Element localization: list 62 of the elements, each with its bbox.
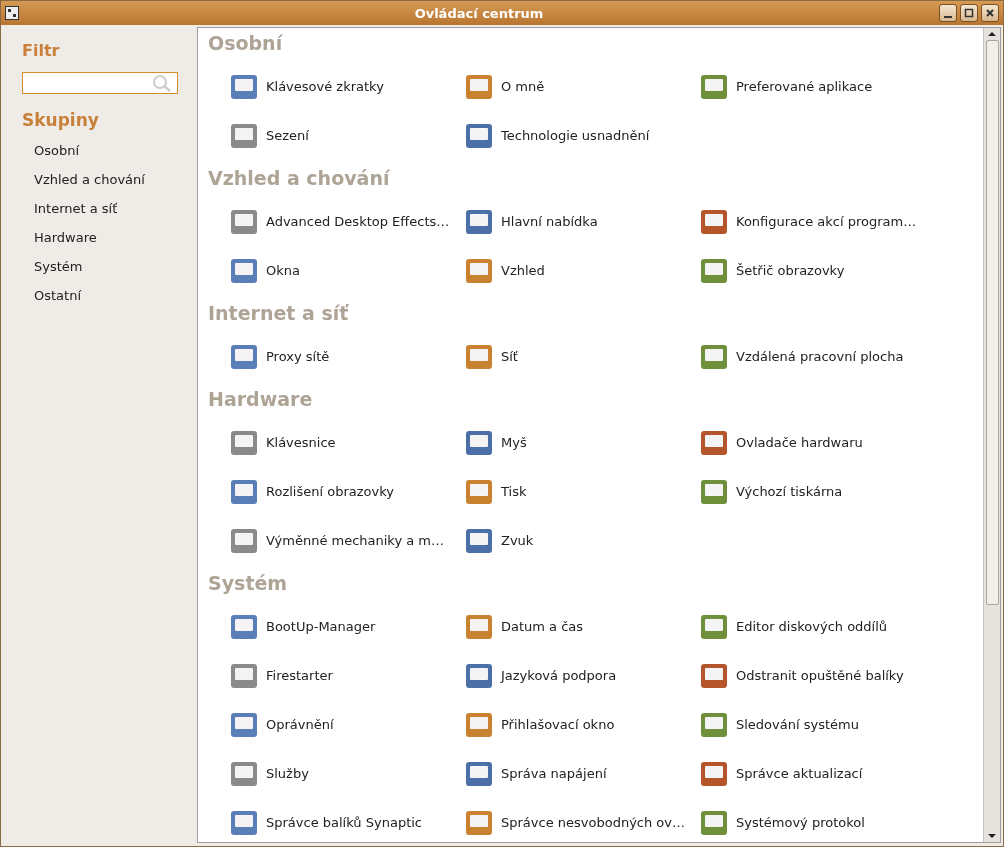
section-heading: Vzhled a chování bbox=[208, 166, 391, 191]
control-item-label[interactable]: Jazyková podpora bbox=[501, 668, 617, 683]
control-item-label[interactable]: Firestarter bbox=[266, 668, 333, 683]
maximize-icon bbox=[964, 8, 974, 18]
maximize-button[interactable] bbox=[960, 4, 978, 22]
control-item-label[interactable]: Přihlašovací okno bbox=[501, 717, 615, 732]
section-heading: Osobní bbox=[208, 31, 284, 56]
app-icon bbox=[5, 6, 19, 20]
scrollbar-thumb[interactable] bbox=[985, 40, 999, 605]
control-item-label[interactable]: Vzhled bbox=[501, 263, 545, 278]
control-item-label[interactable]: Šetřič obrazovky bbox=[736, 263, 845, 278]
close-button[interactable] bbox=[981, 4, 999, 22]
control-item-label[interactable]: Myš bbox=[501, 435, 527, 450]
control-item-label[interactable]: Klávesové zkratky bbox=[266, 79, 384, 94]
group-link[interactable]: Ostatní bbox=[22, 281, 197, 310]
control-item-label[interactable]: Zvuk bbox=[501, 533, 534, 548]
groups-heading: Skupiny bbox=[22, 110, 100, 130]
window-title: Ovládací centrum bbox=[413, 5, 545, 21]
control-item-label[interactable]: Klávesnice bbox=[266, 435, 336, 450]
control-item-label[interactable]: Hlavní nabídka bbox=[501, 214, 598, 229]
minimize-icon bbox=[944, 16, 952, 18]
control-item-label[interactable]: Správce nesvobodných ov… bbox=[501, 815, 685, 830]
control-item-label[interactable]: Advanced Desktop Effects… bbox=[266, 214, 450, 229]
control-item-label[interactable]: BootUp-Manager bbox=[266, 619, 376, 634]
control-item-label[interactable]: Preferované aplikace bbox=[736, 79, 873, 94]
control-item-label[interactable]: Konfigurace akcí program… bbox=[736, 214, 917, 229]
control-item-label[interactable]: Síť bbox=[501, 349, 518, 364]
search-icon bbox=[151, 74, 173, 92]
control-item-label[interactable]: Sezení bbox=[266, 128, 309, 143]
close-icon bbox=[985, 8, 995, 18]
group-link[interactable]: Internet a síť bbox=[22, 194, 197, 223]
group-link[interactable]: Systém bbox=[22, 252, 197, 281]
control-item-label[interactable]: Technologie usnadnění bbox=[501, 128, 650, 143]
control-item-label[interactable]: Datum a čas bbox=[501, 619, 584, 634]
scrollbar[interactable] bbox=[983, 28, 1000, 842]
control-item-label[interactable]: Správce aktualizací bbox=[736, 766, 863, 781]
control-item-label[interactable]: Proxy sítě bbox=[266, 349, 330, 364]
group-link[interactable]: Vzhled a chování bbox=[22, 165, 197, 194]
control-item-label[interactable]: O mně bbox=[501, 79, 545, 94]
section-heading: Systém bbox=[208, 571, 289, 596]
section-heading: Hardware bbox=[208, 387, 314, 412]
control-item-label[interactable]: Editor diskových oddílů bbox=[736, 619, 888, 634]
minimize-button[interactable] bbox=[939, 4, 957, 22]
control-item-label[interactable]: Rozlišení obrazovky bbox=[266, 484, 394, 499]
control-item-label[interactable]: Oprávnění bbox=[266, 717, 334, 732]
control-item-label[interactable]: Služby bbox=[266, 766, 309, 781]
control-item-label[interactable]: Vzdálená pracovní plocha bbox=[736, 349, 904, 364]
filter-heading: Filtr bbox=[22, 41, 61, 60]
control-item-label[interactable]: Správce balíků Synaptic bbox=[266, 815, 422, 830]
control-item-label[interactable]: Odstranit opuštěné balíky bbox=[736, 668, 904, 683]
control-item-label[interactable]: Systémový protokol bbox=[736, 815, 865, 830]
control-item-label[interactable]: Sledování systému bbox=[736, 717, 859, 732]
control-item-label[interactable]: Ovladače hardwaru bbox=[736, 435, 863, 450]
control-item-label[interactable]: Výchozí tiskárna bbox=[736, 484, 843, 499]
group-link[interactable]: Hardware bbox=[22, 223, 197, 252]
control-item-label[interactable]: Okna bbox=[266, 263, 300, 278]
control-item-label[interactable]: Správa napájení bbox=[501, 766, 607, 781]
group-link[interactable]: Osobní bbox=[22, 136, 197, 165]
section-heading: Internet a síť bbox=[208, 301, 350, 326]
search-field[interactable] bbox=[22, 72, 178, 94]
control-item-label[interactable]: Výměnné mechaniky a m… bbox=[266, 533, 445, 548]
control-item-label[interactable]: Tisk bbox=[501, 484, 527, 499]
